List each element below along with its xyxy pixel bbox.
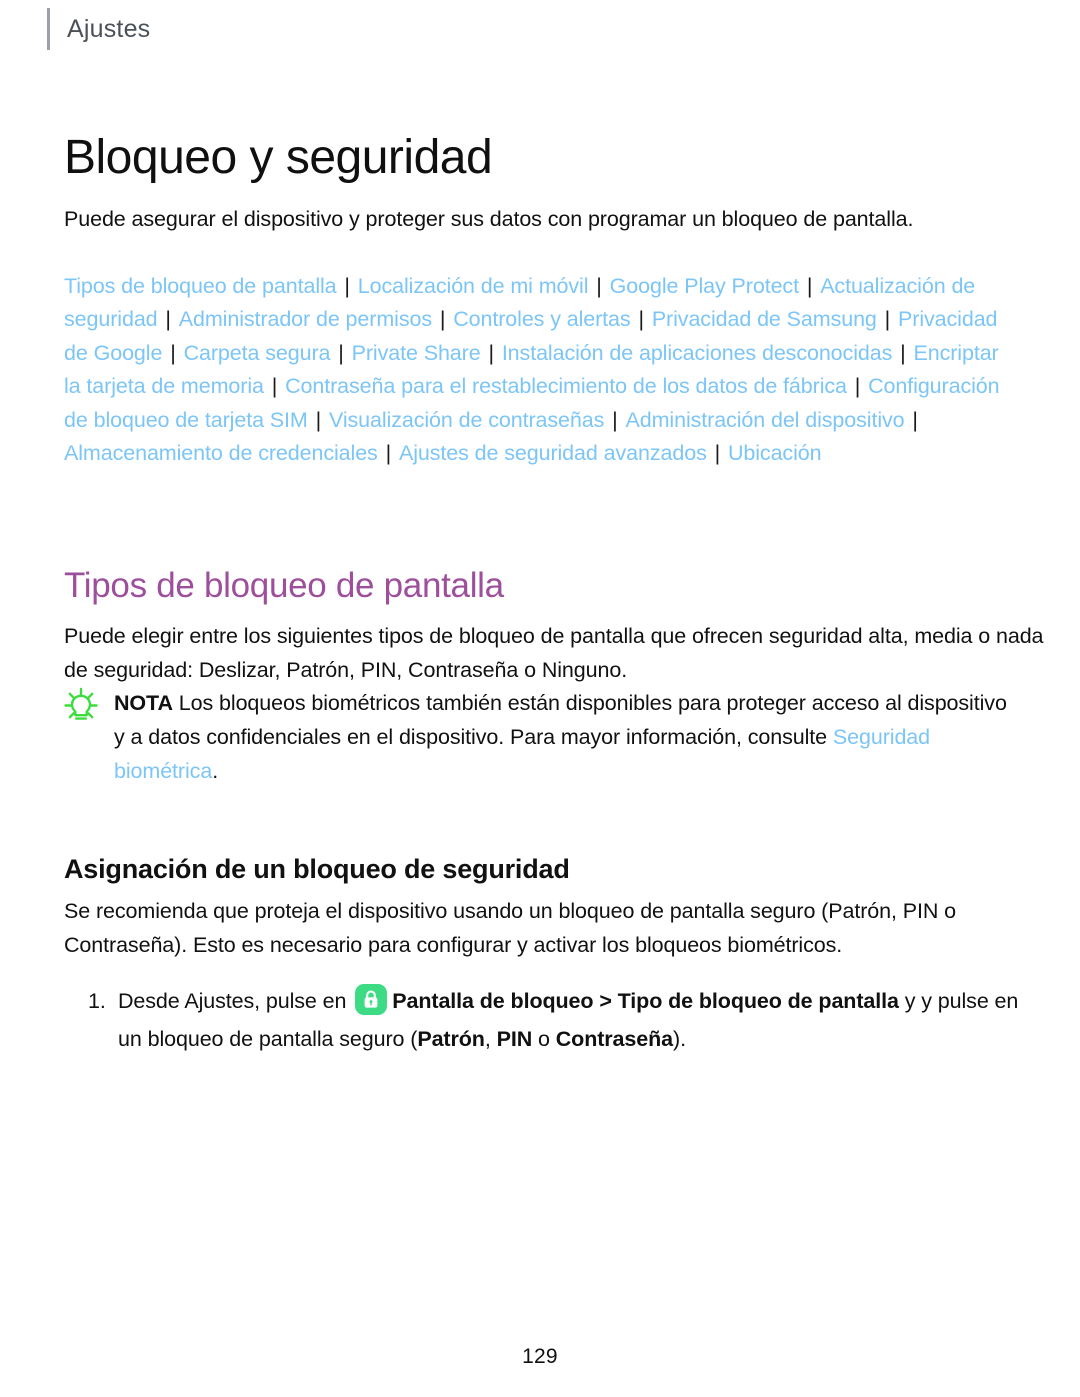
topic-link-10[interactable]: Instalación de aplicaciones desconocidas bbox=[502, 341, 893, 365]
topic-link-18[interactable]: Ubicación bbox=[728, 441, 822, 465]
link-separator: | bbox=[309, 407, 327, 432]
section-heading-tipos: Tipos de bloqueo de pantalla bbox=[64, 566, 504, 606]
subsection-paragraph: Se recomienda que proteja el dispositivo… bbox=[64, 898, 957, 957]
link-separator: | bbox=[482, 340, 500, 365]
link-separator: | bbox=[379, 441, 397, 466]
link-separator: | bbox=[338, 274, 356, 298]
topic-link-6[interactable]: Privacidad de Samsung bbox=[652, 307, 877, 331]
step-text-part-1: Desde Ajustes, pulse en bbox=[118, 989, 347, 1013]
topic-link-8[interactable]: Carpeta segura bbox=[184, 341, 331, 365]
step-item-1: 1. Desde Ajustes, pulse en Pantalla de b… bbox=[88, 982, 1033, 1058]
lock-icon bbox=[355, 984, 388, 1015]
intro-paragraph: Puede asegurar el dispositivo y proteger… bbox=[64, 206, 914, 231]
step-text-part-3: , bbox=[484, 1027, 491, 1051]
topic-link-12[interactable]: Contraseña para el restablecimiento de l… bbox=[285, 374, 847, 398]
topic-link-2[interactable]: Google Play Protect bbox=[610, 274, 799, 298]
link-separator: | bbox=[708, 441, 726, 466]
topic-link-14[interactable]: Visualización de contraseñas bbox=[329, 408, 604, 432]
note-callout: NOTA Los bloqueos biométricos también es… bbox=[60, 686, 1020, 788]
link-separator: | bbox=[164, 340, 182, 365]
step-bold-tipo-bloqueo: Tipo de bloqueo de pantalla bbox=[617, 989, 899, 1013]
topic-link-1[interactable]: Localización de mi móvil bbox=[358, 274, 589, 298]
step-list: 1. Desde Ajustes, pulse en Pantalla de b… bbox=[88, 982, 1033, 1058]
link-separator: | bbox=[590, 274, 608, 298]
step-bold-patron: Patrón bbox=[417, 1027, 485, 1051]
topic-link-list: Tipos de bloqueo de pantalla | Localizac… bbox=[64, 270, 1014, 470]
link-separator: | bbox=[433, 307, 452, 332]
header-rule bbox=[47, 8, 50, 50]
topic-link-17[interactable]: Ajustes de seguridad avanzados bbox=[399, 441, 707, 465]
step-text-part-4: o bbox=[538, 1027, 550, 1051]
step-bold-contrasena: Contraseña bbox=[555, 1027, 674, 1051]
step-bold-pantalla-bloqueo: Pantalla de bloqueo bbox=[392, 989, 594, 1013]
lightbulb-icon bbox=[60, 686, 102, 726]
running-header: Ajustes bbox=[47, 8, 150, 50]
link-separator: | bbox=[265, 374, 284, 399]
subsection-heading: Asignación de un bloqueo de seguridad bbox=[64, 854, 570, 884]
link-separator: | bbox=[800, 274, 819, 298]
step-text: Desde Ajustes, pulse en Pantalla de bloq… bbox=[118, 982, 1033, 1058]
topic-link-5[interactable]: Controles y alertas bbox=[453, 307, 630, 331]
step-bold-pin: PIN bbox=[496, 1027, 533, 1051]
note-label: NOTA bbox=[114, 691, 173, 715]
link-separator: | bbox=[878, 307, 897, 332]
topic-link-4[interactable]: Administrador de permisos bbox=[179, 307, 432, 331]
link-separator: | bbox=[332, 340, 350, 365]
running-header-label: Ajustes bbox=[67, 15, 151, 43]
step-chevron: > bbox=[599, 989, 612, 1013]
note-text-after: . bbox=[212, 759, 219, 783]
link-separator: | bbox=[632, 307, 650, 332]
link-separator: | bbox=[906, 407, 918, 432]
link-separator: | bbox=[606, 407, 624, 432]
page-number: 129 bbox=[522, 1345, 558, 1368]
topic-link-9[interactable]: Private Share bbox=[352, 341, 481, 365]
document-page: Ajustes Bloqueo y seguridad Puede asegur… bbox=[0, 0, 1080, 1397]
link-separator: | bbox=[894, 340, 912, 365]
step-number: 1. bbox=[88, 989, 106, 1013]
topic-link-16[interactable]: Almacenamiento de credenciales bbox=[64, 441, 378, 465]
page-title: Bloqueo y seguridad bbox=[64, 131, 493, 185]
link-separator: | bbox=[848, 374, 867, 399]
section-paragraph-tipos: Puede elegir entre los siguientes tipos … bbox=[64, 623, 1044, 682]
step-text-part-5: ). bbox=[673, 1027, 686, 1051]
note-body: NOTA Los bloqueos biométricos también es… bbox=[102, 686, 1020, 788]
topic-link-15[interactable]: Administración del dispositivo bbox=[626, 408, 905, 432]
link-separator: | bbox=[159, 307, 177, 332]
topic-link-0[interactable]: Tipos de bloqueo de pantalla bbox=[64, 274, 337, 298]
